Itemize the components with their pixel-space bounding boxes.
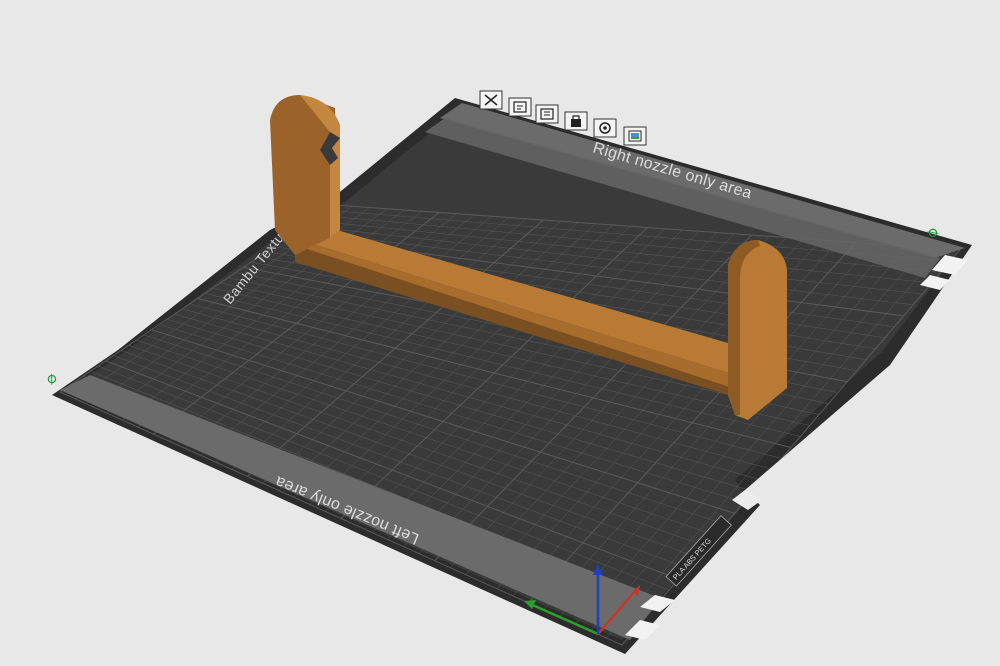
- 3d-viewport[interactable]: Right nozzle only area Left nozzle only …: [0, 0, 1000, 666]
- preview-icon[interactable]: [623, 126, 647, 146]
- arrange-icon[interactable]: [508, 97, 532, 117]
- lock-icon[interactable]: [564, 111, 588, 131]
- orient-icon[interactable]: [535, 104, 559, 124]
- plate-settings-icon[interactable]: [593, 118, 617, 138]
- left-marker: ∅: [45, 372, 60, 387]
- build-plate-scene[interactable]: Right nozzle only area Left nozzle only …: [0, 0, 1000, 666]
- delete-plate-icon[interactable]: [479, 90, 503, 110]
